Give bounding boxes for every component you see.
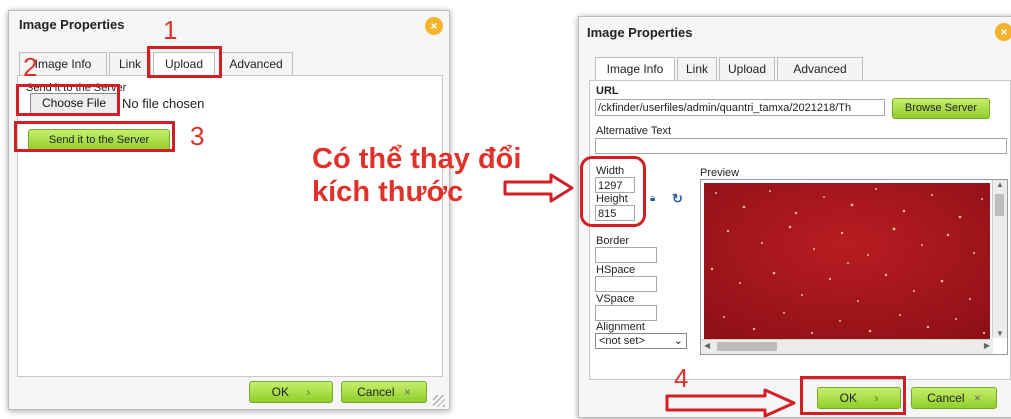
- step-2-number: 2: [23, 52, 38, 82]
- vspace-input[interactable]: [595, 305, 657, 321]
- chevron-down-icon: ⌄: [673, 335, 683, 347]
- left-ok-label: OK: [271, 385, 289, 399]
- url-label: URL: [596, 85, 619, 97]
- alt-text-label: Alternative Text: [596, 125, 672, 137]
- send-button-highlight: [14, 121, 175, 152]
- left-close-icon[interactable]: ×: [425, 17, 443, 35]
- ok-button-highlight: [800, 376, 906, 415]
- right-tab-advanced[interactable]: Advanced: [777, 57, 863, 81]
- preview-image: [704, 183, 990, 339]
- bottom-arrow-icon: [665, 388, 796, 418]
- size-fields-highlight: [580, 156, 646, 227]
- vspace-label: VSpace: [596, 293, 635, 305]
- border-label: Border: [596, 235, 630, 247]
- alignment-select[interactable]: <not set> ⌄: [595, 333, 687, 349]
- preview-label: Preview: [700, 167, 740, 179]
- left-resize-grip-icon[interactable]: [433, 395, 445, 407]
- left-tab-advanced[interactable]: Advanced: [219, 52, 293, 76]
- scroll-left-arrow-icon[interactable]: ◀: [704, 341, 710, 350]
- preview-area: ▲ ▼ ◀ ▶: [700, 179, 1008, 355]
- resize-note-line2: kích thước: [312, 176, 464, 208]
- scroll-right-arrow-icon[interactable]: ▶: [984, 341, 990, 350]
- left-dialog-title: Image Properties: [19, 17, 125, 32]
- left-cancel-button[interactable]: Cancel ×: [341, 381, 427, 403]
- left-ok-button[interactable]: OK ›: [249, 381, 333, 403]
- right-arrow-icon: [503, 173, 574, 203]
- scroll-thumb-vertical[interactable]: [995, 194, 1004, 216]
- scroll-thumb-horizontal[interactable]: [717, 342, 777, 351]
- left-cancel-x-icon: ×: [403, 385, 411, 399]
- url-input[interactable]: /ckfinder/userfiles/admin/quantri_tamxa/…: [595, 99, 885, 116]
- scroll-down-arrow-icon[interactable]: ▼: [996, 329, 1004, 338]
- lock-ratio-icon[interactable]: 🔒︎: [650, 193, 655, 204]
- reset-size-icon[interactable]: ↻: [672, 191, 683, 207]
- right-tab-link[interactable]: Link: [677, 57, 717, 81]
- right-image-info-panel: URL /ckfinder/userfiles/admin/quantri_ta…: [589, 80, 1011, 380]
- right-cancel-x-icon: ×: [973, 391, 981, 405]
- hspace-label: HSpace: [596, 264, 636, 276]
- resize-note-line1: Có thể thay đổi: [312, 143, 522, 175]
- upload-tab-highlight: [147, 46, 222, 78]
- left-ok-arrow-icon: ›: [306, 385, 311, 399]
- hspace-input[interactable]: [595, 276, 657, 292]
- right-dialog-title: Image Properties: [587, 25, 693, 40]
- alignment-label: Alignment: [596, 321, 645, 333]
- right-tab-image-info[interactable]: Image Info: [595, 57, 675, 81]
- border-input[interactable]: [595, 247, 657, 263]
- preview-vertical-scrollbar[interactable]: ▲ ▼: [992, 180, 1007, 338]
- preview-horizontal-scrollbar[interactable]: ◀ ▶: [701, 339, 993, 354]
- alt-text-input[interactable]: [595, 138, 1007, 154]
- right-close-icon[interactable]: ×: [995, 23, 1011, 41]
- left-cancel-label: Cancel: [357, 385, 395, 399]
- step-1-number: 1: [163, 15, 178, 45]
- right-cancel-button[interactable]: Cancel ×: [911, 387, 997, 409]
- step-3-number: 3: [190, 121, 205, 151]
- right-cancel-label: Cancel: [927, 391, 965, 405]
- alignment-value: <not set>: [599, 335, 645, 347]
- left-tab-link[interactable]: Link: [109, 52, 151, 76]
- right-tab-upload[interactable]: Upload: [719, 57, 775, 81]
- left-image-properties-dialog: Image Properties × Image Info Link Uploa…: [8, 10, 450, 410]
- scroll-up-arrow-icon[interactable]: ▲: [996, 180, 1004, 189]
- browse-server-button[interactable]: Browse Server: [892, 98, 990, 119]
- choose-file-highlight: [16, 84, 120, 116]
- no-file-chosen-text: No file chosen: [122, 96, 205, 111]
